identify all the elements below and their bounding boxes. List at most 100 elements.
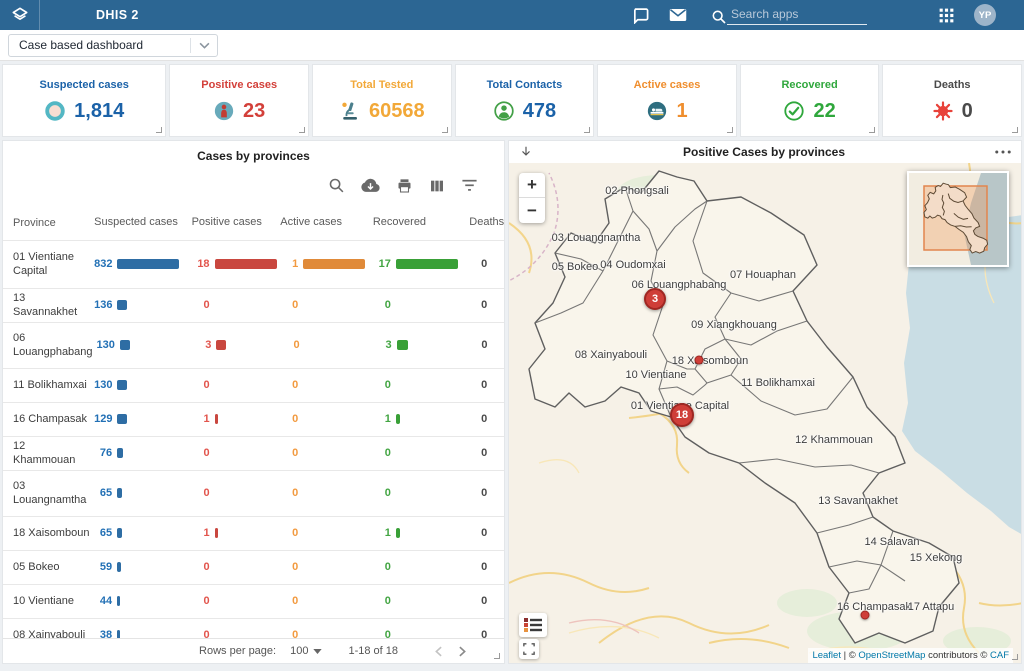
resize-handle[interactable] bbox=[869, 127, 875, 133]
resize-handle[interactable] bbox=[494, 653, 500, 659]
search-apps-input[interactable] bbox=[727, 5, 867, 25]
table-row[interactable]: 10 Vientiane440000 bbox=[3, 584, 504, 618]
kpi-card-deaths: Deaths0 bbox=[882, 64, 1022, 137]
table-row[interactable]: 13 Savannakhet1360000 bbox=[3, 288, 504, 322]
value-bar bbox=[120, 340, 130, 350]
table-cell: 130 bbox=[94, 379, 191, 391]
kpi-card-value: 1 bbox=[676, 100, 687, 123]
dhis2-logo-icon[interactable] bbox=[0, 0, 40, 30]
table-cell: 0 bbox=[373, 595, 469, 607]
chevron-down-icon[interactable] bbox=[191, 42, 217, 49]
rows-per-page-value: 100 bbox=[290, 645, 308, 657]
table-cell: 0 bbox=[373, 299, 469, 311]
kpi-card-value: 1,814 bbox=[74, 100, 124, 123]
resize-handle[interactable] bbox=[584, 127, 590, 133]
rows-per-page-select[interactable]: 100 bbox=[290, 645, 322, 657]
rows-per-page-label: Rows per page: bbox=[199, 645, 276, 657]
value-bar bbox=[117, 380, 127, 390]
value-bar bbox=[117, 488, 122, 498]
mail-icon[interactable] bbox=[669, 8, 687, 22]
case-dot-marker[interactable] bbox=[861, 611, 870, 620]
table-cell: 1 bbox=[373, 527, 469, 539]
legend-button[interactable] bbox=[519, 613, 547, 637]
table-cell: 59 bbox=[94, 561, 191, 573]
download-icon[interactable] bbox=[519, 145, 533, 159]
attribution-text: | © bbox=[841, 650, 858, 661]
fullscreen-button[interactable] bbox=[519, 639, 539, 659]
province-name: 01 Vientiane Capital bbox=[13, 250, 94, 280]
table-row[interactable]: 05 Bokeo590000 bbox=[3, 550, 504, 584]
caf-link[interactable]: CAF bbox=[990, 650, 1009, 661]
kpi-card-title: Active cases bbox=[634, 79, 701, 91]
case-cluster-marker[interactable]: 3 bbox=[644, 288, 666, 310]
resize-handle[interactable] bbox=[299, 127, 305, 133]
apps-grid-icon[interactable] bbox=[939, 8, 954, 23]
table-cell: 18 bbox=[192, 258, 281, 270]
case-cluster-marker[interactable]: 18 bbox=[670, 403, 694, 427]
zoom-in-button[interactable]: + bbox=[519, 173, 545, 198]
table-row[interactable]: 11 Bolikhamxai1300000 bbox=[3, 368, 504, 402]
table-row[interactable]: 03 Louangnamtha650000 bbox=[3, 470, 504, 516]
table-cell: 44 bbox=[94, 595, 191, 607]
table-row[interactable]: 06 Louangphabang1303030 bbox=[3, 322, 504, 368]
print-icon[interactable] bbox=[396, 178, 413, 194]
province-name: 18 Xaisomboun bbox=[13, 526, 94, 541]
avatar[interactable]: YP bbox=[974, 4, 996, 26]
kpi-card-value: 60568 bbox=[369, 100, 425, 123]
resize-handle[interactable] bbox=[1012, 127, 1018, 133]
columns-icon[interactable] bbox=[429, 178, 445, 194]
province-name: 05 Bokeo bbox=[13, 560, 94, 575]
table-header-row: ProvinceSuspected casesPositive casesAct… bbox=[3, 198, 504, 240]
column-header-province[interactable]: Province bbox=[13, 216, 94, 231]
case-dot-marker[interactable] bbox=[695, 356, 704, 365]
resize-handle[interactable] bbox=[727, 127, 733, 133]
table-cell: 0 bbox=[280, 413, 373, 425]
column-header-active-cases[interactable]: Active cases bbox=[280, 216, 373, 231]
download-icon[interactable] bbox=[361, 178, 380, 193]
next-page-button[interactable] bbox=[450, 642, 474, 660]
table-cell: 65 bbox=[94, 527, 191, 539]
column-header-recovered[interactable]: Recovered bbox=[373, 216, 469, 231]
patient-bed-icon bbox=[646, 100, 668, 122]
resize-handle[interactable] bbox=[1012, 654, 1018, 660]
column-header-suspected-cases[interactable]: Suspected cases bbox=[94, 216, 191, 231]
table-cell: 0 bbox=[192, 561, 281, 573]
zoom-out-button[interactable]: − bbox=[519, 198, 545, 223]
table-row[interactable]: 01 Vientiane Capital832181170 bbox=[3, 240, 504, 288]
table-cell: 3 bbox=[193, 339, 281, 351]
table-row[interactable]: 18 Xaisomboun651010 bbox=[3, 516, 504, 550]
osm-link[interactable]: OpenStreetMap bbox=[858, 650, 925, 661]
table-cell: 65 bbox=[94, 487, 191, 499]
table-cell: 0 bbox=[280, 299, 373, 311]
table-cell: 0 bbox=[192, 299, 281, 311]
previous-page-button[interactable] bbox=[426, 642, 450, 660]
table-cell: 1 bbox=[280, 258, 373, 270]
contact-person-icon bbox=[493, 100, 515, 122]
province-name: 06 Louangphabang bbox=[13, 331, 97, 361]
messages-icon[interactable] bbox=[632, 7, 649, 24]
resize-handle[interactable] bbox=[156, 127, 162, 133]
filter-icon[interactable] bbox=[461, 179, 478, 192]
column-header-deaths[interactable]: Deaths bbox=[469, 216, 504, 231]
table-cell: 1 bbox=[373, 413, 469, 425]
value-bar bbox=[396, 259, 458, 269]
map-header: Positive Cases by provinces bbox=[509, 141, 1021, 163]
map-attribution: Leaflet | © OpenStreetMap contributors ©… bbox=[808, 648, 1013, 663]
kpi-card-title: Suspected cases bbox=[40, 79, 129, 91]
leaflet-link[interactable]: Leaflet bbox=[812, 650, 841, 661]
column-header-positive-cases[interactable]: Positive cases bbox=[192, 216, 281, 231]
kpi-card-value: 0 bbox=[962, 100, 973, 123]
table-row[interactable]: 16 Champasak1291010 bbox=[3, 402, 504, 436]
leaflet-map[interactable]: 02 Phongsali03 Louangnamtha04 Oudomxai05… bbox=[509, 163, 1021, 663]
more-options-icon[interactable] bbox=[995, 150, 1011, 154]
overview-minimap[interactable] bbox=[907, 171, 1009, 267]
table-cell: 1 bbox=[192, 527, 281, 539]
kpi-card-title: Total Tested bbox=[350, 79, 413, 91]
table-row[interactable]: 12 Khammouan760000 bbox=[3, 436, 504, 470]
search-icon[interactable] bbox=[328, 177, 345, 194]
resize-handle[interactable] bbox=[442, 127, 448, 133]
table-cell: 0 bbox=[280, 561, 373, 573]
cases-table-panel: Cases by provinces ProvinceSuspected cas… bbox=[2, 140, 505, 664]
search-icon bbox=[711, 9, 727, 25]
dashboard-selector[interactable]: Case based dashboard bbox=[8, 34, 218, 57]
